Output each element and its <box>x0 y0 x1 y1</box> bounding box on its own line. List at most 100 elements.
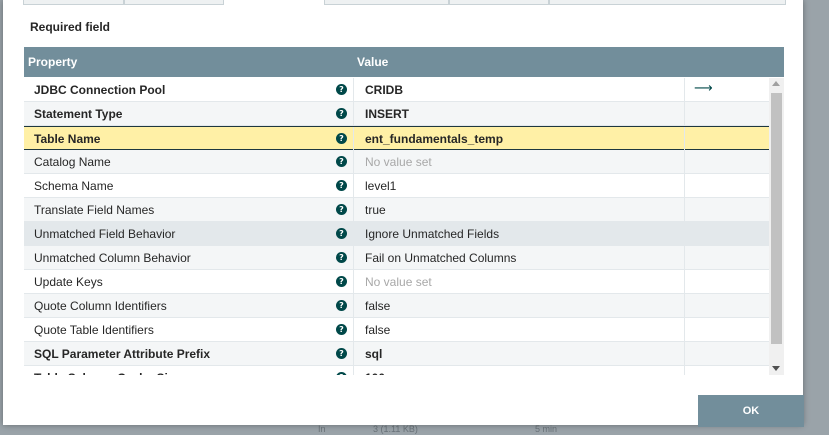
value-cell[interactable]: Fail on Unmatched Columns <box>354 246 685 269</box>
property-name: Table Name <box>34 132 101 146</box>
value-cell[interactable]: INSERT <box>354 102 685 125</box>
property-value: level1 <box>365 179 397 193</box>
action-cell <box>685 174 769 197</box>
tab-5[interactable] <box>449 0 549 5</box>
property-cell: Statement Type? <box>24 102 354 125</box>
value-cell[interactable]: No value set <box>354 150 685 173</box>
table-row[interactable]: Quote Column Identifiers? false <box>24 294 769 318</box>
property-cell: Translate Field Names? <box>24 198 354 221</box>
question-circle-icon[interactable]: ? <box>336 108 347 119</box>
property-cell: Unmatched Field Behavior? <box>24 222 354 245</box>
table-scrollbar[interactable] <box>769 78 784 375</box>
property-value: CRIDB <box>365 83 403 97</box>
question-circle-icon[interactable]: ? <box>336 300 347 311</box>
table-body: JDBC Connection Pool? CRIDB ⟶ Statement Typ… <box>24 78 769 375</box>
scroll-down-icon[interactable] <box>772 366 780 371</box>
question-circle-icon[interactable]: ? <box>336 228 347 239</box>
action-cell <box>685 150 769 173</box>
scrollbar-thumb[interactable] <box>771 93 782 344</box>
table-row[interactable]: Table Name? ent_fundamentals_temp <box>24 126 769 150</box>
property-name: Unmatched Column Behavior <box>34 251 191 265</box>
table-header: Property Value <box>24 47 784 77</box>
property-value: sql <box>365 347 383 361</box>
value-cell[interactable]: 100 <box>354 366 685 375</box>
value-cell[interactable]: false <box>354 294 685 317</box>
table-row[interactable]: Statement Type? INSERT <box>24 102 769 126</box>
column-header-property[interactable]: Property <box>28 55 77 69</box>
question-circle-icon[interactable]: ? <box>336 180 347 191</box>
table-row[interactable]: Catalog Name? No value set <box>24 150 769 174</box>
property-name: Statement Type <box>34 107 123 121</box>
property-cell: Schema Name? <box>24 174 354 197</box>
action-cell: ⟶ <box>685 78 769 101</box>
configure-processor-dialog: Required field Property Value JDBC Conne… <box>3 0 803 425</box>
column-header-value[interactable]: Value <box>357 55 388 69</box>
property-cell: Table Schema Cache Size? <box>24 366 354 375</box>
properties-table: Property Value JDBC Connection Pool? CRID… <box>24 47 784 375</box>
property-value: INSERT <box>365 107 410 121</box>
ok-button[interactable]: OK <box>698 395 804 427</box>
property-value: Fail on Unmatched Columns <box>365 251 517 265</box>
property-cell: Quote Table Identifiers? <box>24 318 354 341</box>
action-cell <box>685 127 769 150</box>
value-cell[interactable]: ent_fundamentals_temp <box>354 127 685 150</box>
dialog-tabs <box>3 0 803 6</box>
question-circle-icon[interactable]: ? <box>336 133 347 144</box>
value-cell[interactable]: level1 <box>354 174 685 197</box>
value-cell[interactable]: CRIDB <box>354 78 685 101</box>
value-cell[interactable]: false <box>354 318 685 341</box>
question-circle-icon[interactable]: ? <box>336 348 347 359</box>
table-row[interactable]: Schema Name? level1 <box>24 174 769 198</box>
table-row[interactable]: Quote Table Identifiers? false <box>24 318 769 342</box>
property-name: Translate Field Names <box>34 203 155 217</box>
question-circle-icon[interactable]: ? <box>336 204 347 215</box>
question-circle-icon[interactable]: ? <box>336 252 347 263</box>
value-cell[interactable]: true <box>354 198 685 221</box>
value-cell[interactable]: Ignore Unmatched Fields <box>354 222 685 245</box>
question-circle-icon[interactable]: ? <box>336 324 347 335</box>
question-circle-icon[interactable]: ? <box>336 84 347 95</box>
property-value: 100 <box>365 371 385 375</box>
action-cell <box>685 102 769 125</box>
question-circle-icon[interactable]: ? <box>336 276 347 287</box>
table-row[interactable]: Unmatched Field Behavior? Ignore Unmatche… <box>24 222 769 246</box>
arrow-right-icon[interactable]: ⟶ <box>694 81 713 96</box>
property-cell: Update Keys? <box>24 270 354 293</box>
scroll-up-icon[interactable] <box>772 81 780 86</box>
table-row[interactable]: SQL Parameter Attribute Prefix? sql <box>24 342 769 366</box>
action-cell <box>685 318 769 341</box>
property-name: Table Schema Cache Size <box>34 371 181 375</box>
property-cell: Unmatched Column Behavior? <box>24 246 354 269</box>
property-value: false <box>365 299 391 313</box>
tab-2[interactable] <box>124 0 224 5</box>
action-cell <box>685 246 769 269</box>
property-name: Quote Column Identifiers <box>34 299 167 313</box>
table-row[interactable]: Update Keys? No value set <box>24 270 769 294</box>
property-cell: Catalog Name? <box>24 150 354 173</box>
action-cell <box>685 294 769 317</box>
table-row[interactable]: JDBC Connection Pool? CRIDB ⟶ <box>24 78 769 102</box>
property-cell: Table Name? <box>24 127 354 150</box>
table-row[interactable]: Translate Field Names? true <box>24 198 769 222</box>
property-name: Schema Name <box>34 179 114 193</box>
property-name: Quote Table Identifiers <box>34 323 154 337</box>
property-value: Ignore Unmatched Fields <box>365 227 500 241</box>
tab-6[interactable] <box>549 0 786 5</box>
property-value: false <box>365 323 391 337</box>
property-name: Update Keys <box>34 275 103 289</box>
action-cell <box>685 270 769 293</box>
property-cell: Quote Column Identifiers? <box>24 294 354 317</box>
property-value: No value set <box>365 275 432 289</box>
property-value: ent_fundamentals_temp <box>365 132 504 146</box>
question-circle-icon[interactable]: ? <box>336 372 347 375</box>
value-cell[interactable]: sql <box>354 342 685 365</box>
table-row[interactable]: Table Schema Cache Size? 100 <box>24 366 769 375</box>
tab-4[interactable] <box>324 0 449 5</box>
value-cell[interactable]: No value set <box>354 270 685 293</box>
question-circle-icon[interactable]: ? <box>336 156 347 167</box>
table-row[interactable]: Unmatched Column Behavior? Fail on Unmatc… <box>24 246 769 270</box>
property-value: true <box>365 203 386 217</box>
background-in-value: 3 (1.11 KB) <box>373 424 418 434</box>
tab-1[interactable] <box>23 0 124 5</box>
property-value: No value set <box>365 155 432 169</box>
